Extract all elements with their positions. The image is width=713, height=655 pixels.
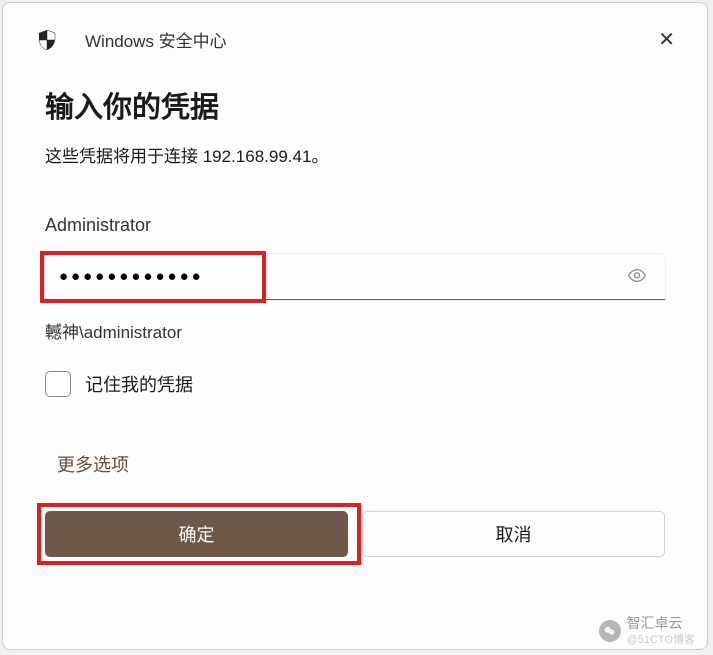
watermark-sub: @51CTO博客 xyxy=(627,631,695,647)
dialog-content: 输入你的凭据 这些凭据将用于连接 192.168.99.41。 Administ… xyxy=(3,72,707,511)
ok-button[interactable]: 确定 xyxy=(45,511,348,557)
wechat-icon xyxy=(599,620,621,642)
remember-checkbox[interactable] xyxy=(45,371,71,397)
username-label: Administrator xyxy=(45,215,665,236)
more-options-link[interactable]: 更多选项 xyxy=(57,451,129,477)
credentials-dialog: Windows 安全中心 ✕ 输入你的凭据 这些凭据将用于连接 192.168.… xyxy=(2,2,708,650)
button-row: 确定 取消 xyxy=(3,511,707,557)
remember-label: 记住我的凭据 xyxy=(85,371,193,397)
eye-icon xyxy=(627,274,647,289)
password-field-wrap xyxy=(45,254,665,300)
dialog-title: Windows 安全中心 xyxy=(85,27,650,52)
close-button[interactable]: ✕ xyxy=(650,23,683,56)
main-title: 输入你的凭据 xyxy=(45,84,665,126)
watermark-main: 智汇卓云 xyxy=(627,616,695,631)
watermark-text-wrap: 智汇卓云 @51CTO博客 xyxy=(627,616,695,647)
password-input[interactable] xyxy=(45,254,665,300)
reveal-password-button[interactable] xyxy=(623,262,651,293)
remember-row: 记住我的凭据 xyxy=(45,371,665,397)
domain-user-label: 轗神\administrator xyxy=(45,318,665,343)
subtitle: 这些凭据将用于连接 192.168.99.41。 xyxy=(45,142,665,167)
dialog-header: Windows 安全中心 ✕ xyxy=(3,3,707,72)
cancel-button[interactable]: 取消 xyxy=(362,511,665,557)
watermark: 智汇卓云 @51CTO博客 xyxy=(599,616,695,647)
shield-icon xyxy=(35,28,59,52)
close-icon: ✕ xyxy=(658,29,675,51)
